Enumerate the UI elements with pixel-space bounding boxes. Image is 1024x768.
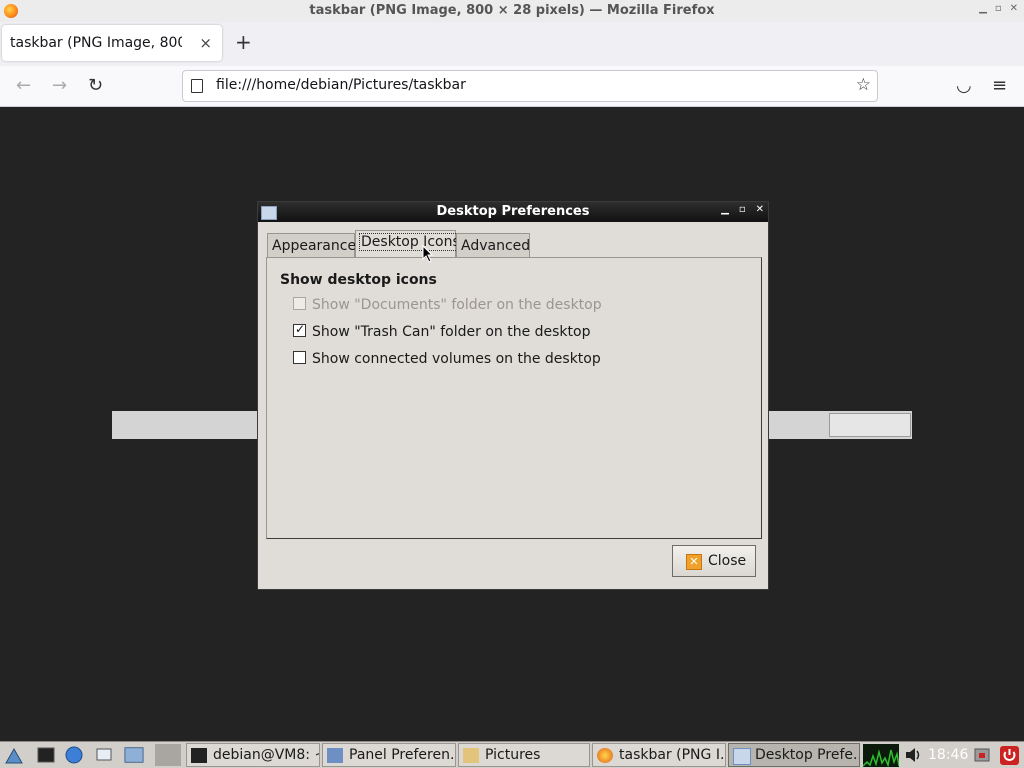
- taskbar-item-label: Desktop Prefe...: [755, 747, 860, 763]
- url-bar[interactable]: file:///home/debian/Pictures/taskbar ☆: [182, 70, 878, 102]
- desktop-1-icon[interactable]: [124, 745, 144, 765]
- taskbar-item-label: debian@VM8: ~: [213, 747, 320, 763]
- volume-icon[interactable]: [904, 747, 922, 763]
- bookmark-star-icon[interactable]: ☆: [856, 75, 871, 95]
- dialog-minimize-icon[interactable]: ▁: [721, 204, 729, 215]
- dialog-title: Desktop Preferences: [436, 204, 590, 219]
- tab-advanced[interactable]: Advanced: [456, 233, 530, 257]
- dialog-maximize-icon[interactable]: ▫: [739, 204, 746, 215]
- terminal-launcher-icon[interactable]: [36, 745, 56, 765]
- checkmark-icon: ✓: [295, 322, 306, 336]
- desktop-2-icon[interactable]: [155, 744, 181, 766]
- taskbar-image-box: [829, 413, 911, 437]
- forward-icon[interactable]: →: [52, 75, 67, 96]
- new-tab-button[interactable]: +: [235, 30, 252, 54]
- tab-desktop-icons[interactable]: Desktop Icons: [355, 230, 462, 258]
- minimize-icon[interactable]: ▁: [979, 3, 987, 14]
- checkbox-label: Show connected volumes on the desktop: [312, 351, 601, 367]
- page-icon: [191, 79, 203, 93]
- tab-title: taskbar (PNG Image, 800: [10, 35, 182, 51]
- taskbar: debian@VM8: ~ Panel Preferen... Pictures…: [0, 741, 1024, 768]
- section-title: Show desktop icons: [280, 272, 437, 288]
- panel-icon: [327, 748, 343, 763]
- firefox-icon: [597, 748, 613, 763]
- tab-taskbar[interactable]: taskbar (PNG Image, 800 ×: [2, 25, 222, 61]
- logout-icon[interactable]: [1000, 746, 1019, 765]
- checkbox-label: Show "Documents" folder on the desktop: [312, 297, 602, 313]
- taskbar-item-label: Pictures: [485, 747, 541, 763]
- taskbar-item-terminal[interactable]: debian@VM8: ~: [186, 743, 320, 767]
- window-icon: [733, 748, 751, 765]
- close-button[interactable]: ✕ Close: [672, 545, 756, 577]
- tab-bar: taskbar (PNG Image, 800 × +: [0, 22, 1024, 66]
- lock-screen-icon[interactable]: [973, 746, 991, 764]
- close-icon[interactable]: ✕: [1010, 3, 1018, 14]
- window-switch-icon[interactable]: [94, 745, 114, 765]
- cpu-monitor-graph: [863, 744, 899, 767]
- show-trash-checkbox[interactable]: ✓ Show "Trash Can" folder on the desktop: [293, 322, 591, 340]
- checkbox-box[interactable]: [293, 297, 306, 310]
- taskbar-item-label: taskbar (PNG I...: [619, 747, 726, 763]
- taskbar-item-pictures[interactable]: Pictures: [458, 743, 590, 767]
- dialog-titlebar[interactable]: Desktop Preferences ▁ ▫ ✕: [258, 202, 768, 222]
- dialog-controls: ▁ ▫ ✕: [721, 204, 764, 215]
- menu-icon[interactable]: ≡: [992, 75, 1007, 96]
- dialog-close-icon[interactable]: ✕: [756, 204, 764, 215]
- window-controls: ▁ ▫ ✕: [979, 3, 1018, 14]
- menu-launcher-icon[interactable]: [4, 745, 24, 765]
- taskbar-item-panel-preferences[interactable]: Panel Preferen...: [322, 743, 456, 767]
- tab-label: Appearance: [272, 238, 357, 254]
- window-titlebar: taskbar (PNG Image, 800 × 28 pixels) — M…: [0, 0, 1024, 23]
- reload-icon[interactable]: ↻: [88, 75, 103, 96]
- nav-bar: ← → ↻ file:///home/debian/Pictures/taskb…: [0, 66, 1024, 107]
- pocket-icon[interactable]: ◡: [956, 75, 972, 96]
- tab-label: Advanced: [461, 238, 531, 254]
- url-text[interactable]: file:///home/debian/Pictures/taskbar: [216, 77, 466, 93]
- taskbar-item-label: Panel Preferen...: [349, 747, 456, 763]
- back-icon[interactable]: ←: [16, 75, 31, 96]
- maximize-icon[interactable]: ▫: [995, 3, 1002, 14]
- mouse-cursor-icon: [422, 245, 434, 263]
- checkbox-box[interactable]: ✓: [293, 322, 306, 337]
- browser-launcher-icon[interactable]: [64, 745, 84, 765]
- window-title: taskbar (PNG Image, 800 × 28 pixels) — M…: [309, 3, 715, 18]
- show-volumes-checkbox[interactable]: Show connected volumes on the desktop: [293, 351, 601, 367]
- taskbar-item-desktop-preferences[interactable]: Desktop Prefe...: [728, 743, 860, 767]
- tab-label: Desktop Icons: [359, 233, 462, 251]
- checkbox-box[interactable]: [293, 351, 306, 364]
- clock[interactable]: 18:46: [928, 747, 968, 763]
- show-documents-checkbox[interactable]: Show "Documents" folder on the desktop: [293, 297, 602, 313]
- desktop-icons-panel: Show desktop icons Show "Documents" fold…: [266, 257, 762, 539]
- checkbox-label: Show "Trash Can" folder on the desktop: [312, 324, 591, 340]
- taskbar-item-firefox[interactable]: taskbar (PNG I...: [592, 743, 726, 767]
- terminal-icon: [191, 748, 207, 763]
- folder-icon: [463, 748, 479, 763]
- tab-appearance[interactable]: Appearance: [267, 233, 357, 257]
- tab-close-icon[interactable]: ×: [199, 34, 212, 52]
- close-button-label: Close: [708, 553, 747, 569]
- close-icon: ✕: [686, 554, 702, 570]
- desktop-preferences-dialog: Desktop Preferences ▁ ▫ ✕ Appearance Des…: [257, 201, 769, 590]
